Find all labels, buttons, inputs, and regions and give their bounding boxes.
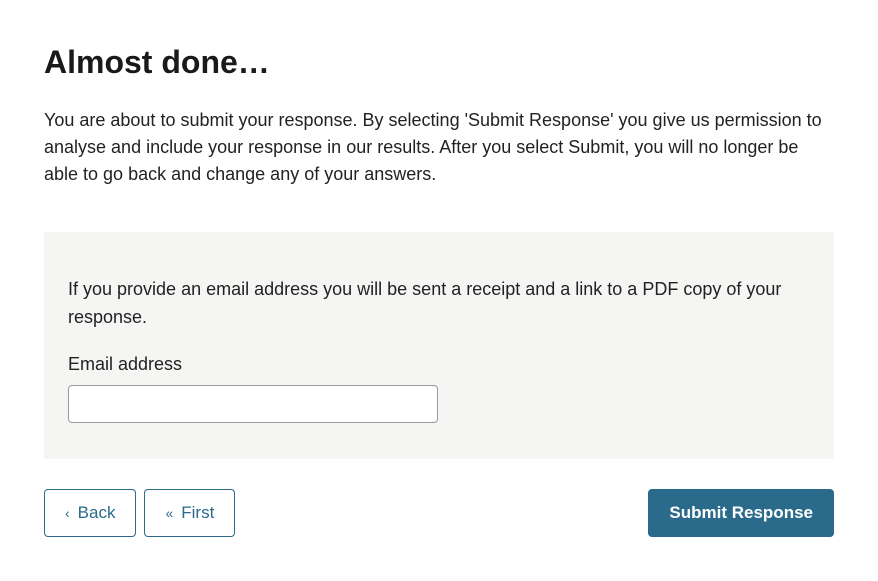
email-help-text: If you provide an email address you will… (68, 276, 808, 332)
submit-button-label: Submit Response (669, 503, 813, 523)
back-button-label: Back (78, 503, 116, 523)
button-row: ‹ Back « First Submit Response (44, 489, 834, 537)
double-chevron-left-icon: « (165, 506, 173, 520)
intro-text: You are about to submit your response. B… (44, 107, 834, 188)
email-input[interactable] (68, 385, 438, 423)
email-panel: If you provide an email address you will… (44, 232, 834, 459)
email-label: Email address (68, 354, 810, 375)
first-button[interactable]: « First (144, 489, 235, 537)
first-button-label: First (181, 503, 214, 523)
page-title: Almost done… (44, 44, 834, 81)
back-button[interactable]: ‹ Back (44, 489, 136, 537)
chevron-left-icon: ‹ (65, 506, 70, 520)
submit-button[interactable]: Submit Response (648, 489, 834, 537)
nav-buttons-left: ‹ Back « First (44, 489, 235, 537)
